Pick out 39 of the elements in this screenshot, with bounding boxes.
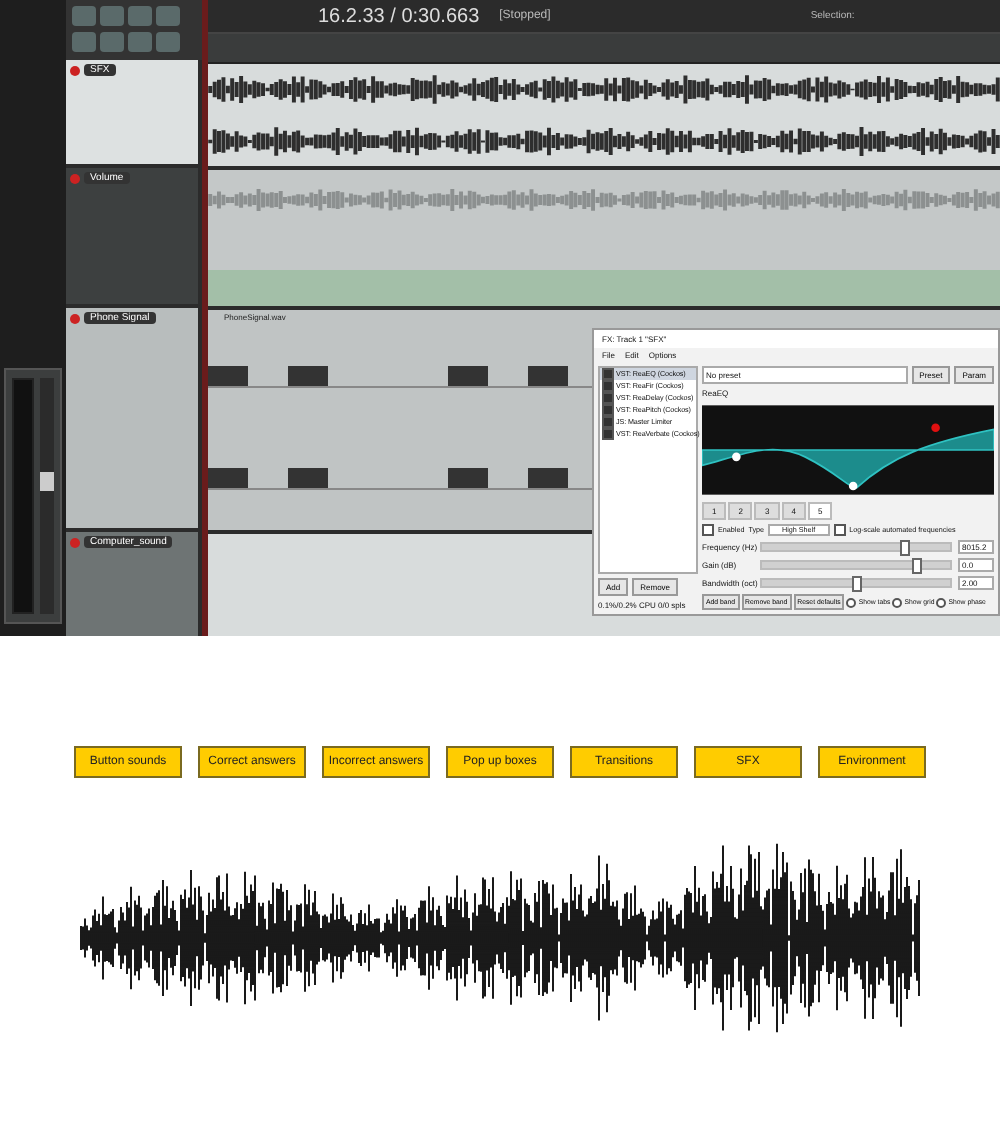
param-slider[interactable] — [760, 542, 952, 552]
toolbar-icon[interactable] — [156, 6, 180, 26]
audio-clip — [528, 366, 568, 386]
checkbox[interactable] — [602, 428, 614, 440]
audio-clip — [288, 468, 328, 488]
checkbox[interactable] — [936, 597, 947, 607]
checkbox[interactable] — [702, 524, 714, 536]
checkbox[interactable] — [833, 524, 846, 536]
slider-thumb[interactable] — [899, 540, 909, 556]
checkbox[interactable] — [602, 368, 614, 380]
toolbar-icon[interactable] — [72, 32, 96, 52]
record-arm-icon[interactable] — [70, 65, 80, 75]
param-slider[interactable] — [760, 560, 952, 570]
checkbox[interactable] — [602, 416, 614, 428]
slider-thumb[interactable] — [912, 558, 923, 574]
audio-clip — [448, 468, 488, 488]
audio-clip — [448, 366, 488, 386]
checkbox[interactable] — [846, 597, 857, 607]
checkbox[interactable] — [892, 597, 903, 607]
slider-thumb[interactable] — [852, 576, 862, 592]
volume-fader[interactable] — [40, 378, 54, 614]
toolbar-icon[interactable] — [128, 32, 152, 52]
record-arm-icon[interactable] — [70, 313, 80, 323]
toolbar-icon[interactable] — [128, 6, 152, 26]
toolbar-icon[interactable] — [100, 32, 124, 52]
record-arm-icon[interactable] — [70, 173, 80, 183]
checkbox[interactable] — [602, 380, 614, 392]
toolbar-icon[interactable] — [72, 6, 96, 26]
eq-graph-drawing[interactable] — [702, 402, 994, 498]
toolbar-icon[interactable] — [156, 32, 180, 52]
checkbox[interactable] — [602, 392, 614, 404]
time-display: 16.2.33 / 0:30.663 — [318, 5, 480, 27]
toolbar-icon[interactable] — [100, 6, 124, 26]
audio-clip — [528, 468, 568, 488]
audio-clip — [288, 366, 328, 386]
param-slider[interactable] — [760, 578, 952, 588]
checkbox[interactable] — [602, 404, 614, 416]
audio-clip — [208, 468, 248, 488]
audio-clip — [208, 366, 248, 386]
